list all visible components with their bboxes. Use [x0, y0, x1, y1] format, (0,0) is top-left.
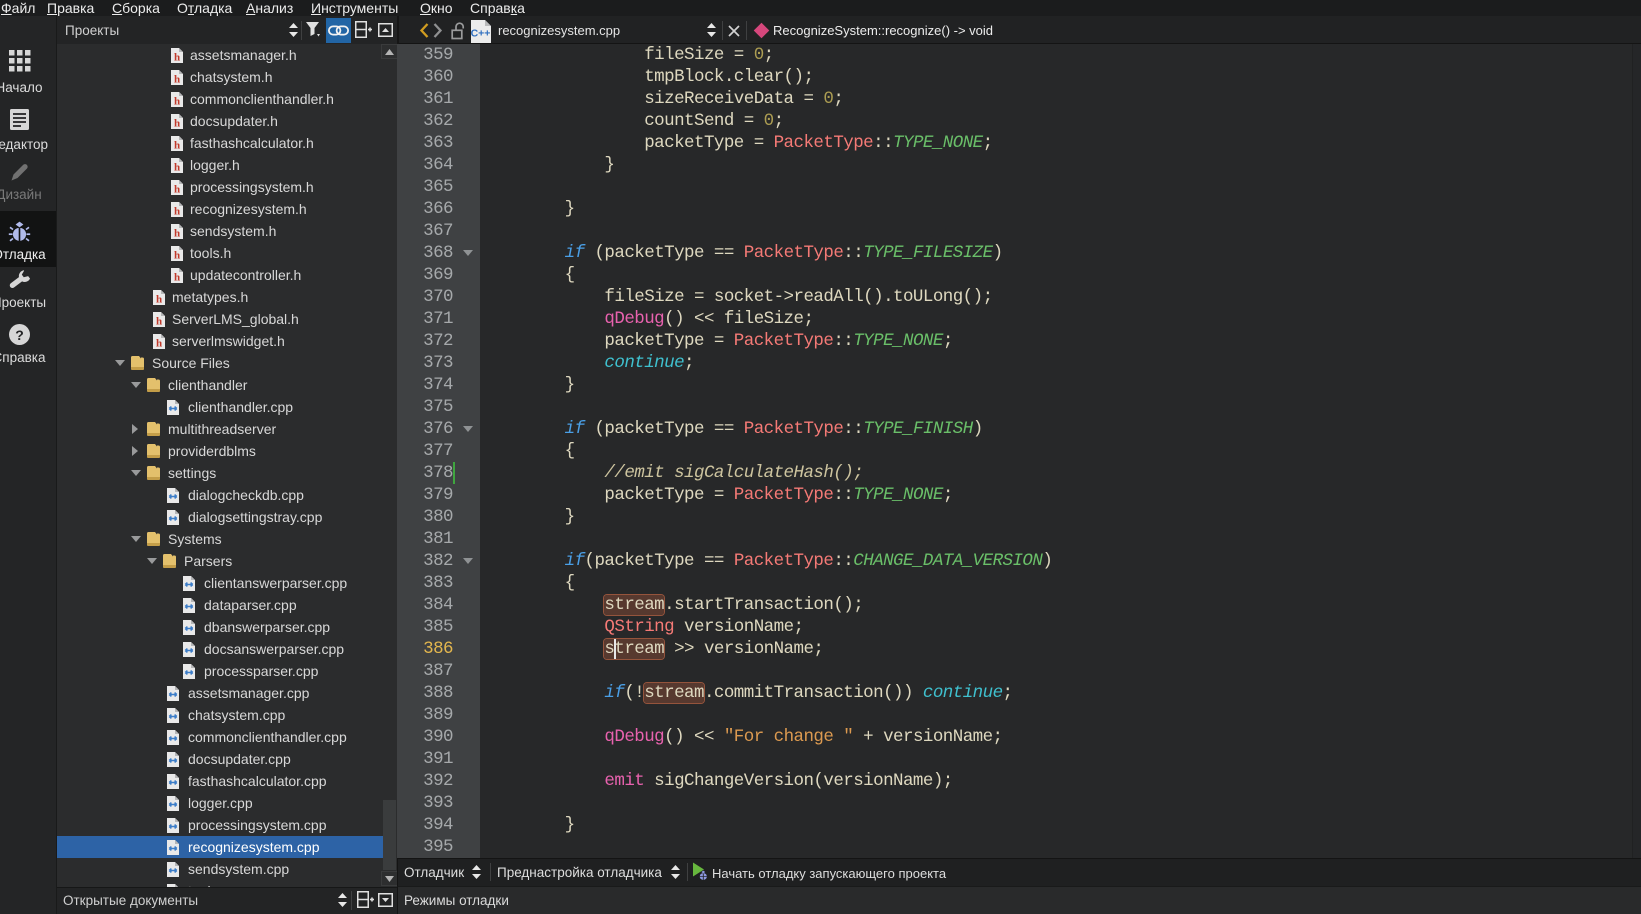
svg-text:h: h	[174, 272, 180, 284]
svg-text:?: ?	[15, 327, 24, 343]
svg-text:h: h	[174, 118, 180, 130]
svg-text:h: h	[174, 206, 180, 218]
svg-text:h: h	[174, 52, 180, 64]
svg-text:h: h	[156, 338, 162, 350]
svg-text:h: h	[174, 140, 180, 152]
svg-text:h: h	[174, 96, 180, 108]
svg-text:h: h	[156, 316, 162, 328]
svg-text:h: h	[174, 250, 180, 262]
svg-text:h: h	[174, 74, 180, 86]
svg-text:C++: C++	[471, 28, 491, 40]
svg-text:h: h	[174, 162, 180, 174]
svg-text:h: h	[174, 184, 180, 196]
svg-text:h: h	[156, 294, 162, 306]
svg-text:h: h	[174, 228, 180, 240]
